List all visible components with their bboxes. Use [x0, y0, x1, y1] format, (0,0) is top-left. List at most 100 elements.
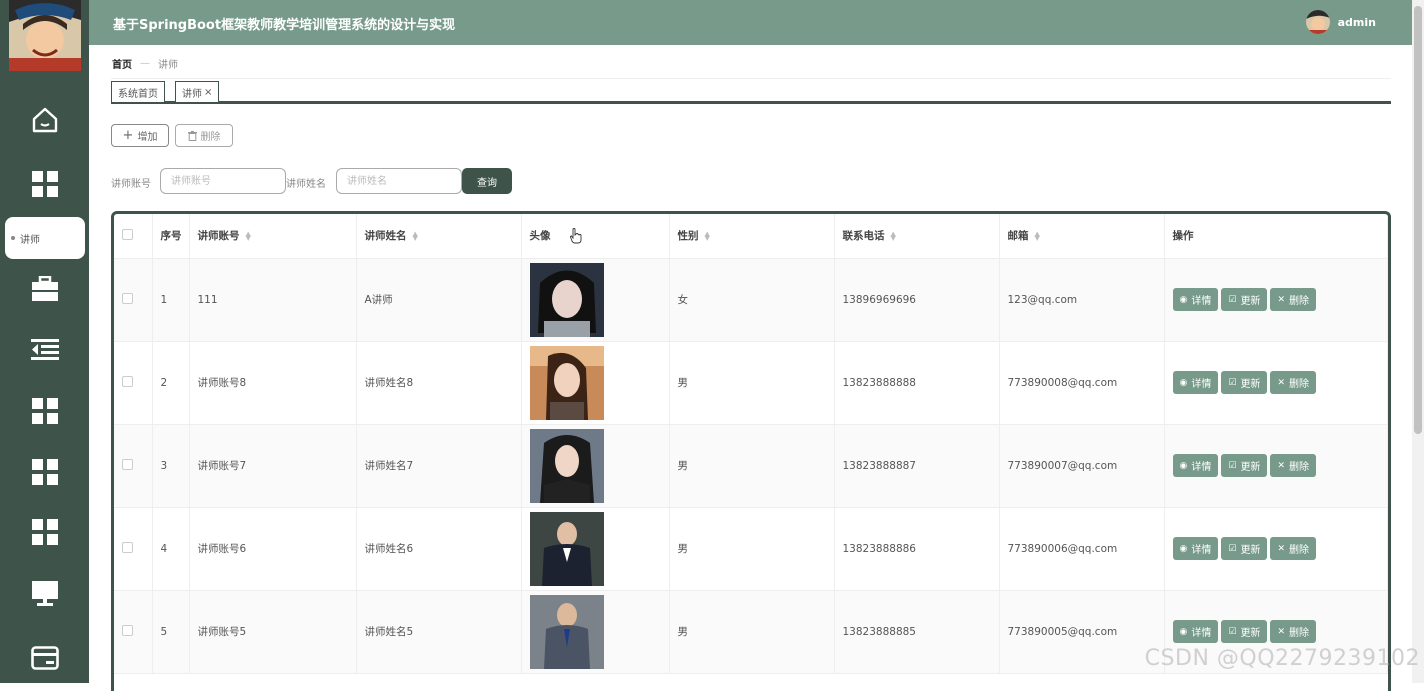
row-account: 讲师账号6	[189, 507, 356, 590]
row-select-cell	[114, 590, 152, 673]
update-button[interactable]: ☑更新	[1221, 288, 1267, 311]
row-name: 讲师姓名5	[356, 590, 521, 673]
col-gender-label: 性别	[678, 230, 699, 242]
row-checkbox[interactable]	[122, 625, 133, 636]
sidebar-grid-icon-4[interactable]	[27, 514, 63, 550]
row-delete-button[interactable]: ✕删除	[1270, 288, 1316, 311]
row-actions: ◉详情☑更新✕删除	[1164, 258, 1388, 341]
detail-button[interactable]: ◉详情	[1173, 371, 1219, 394]
row-delete-button[interactable]: ✕删除	[1270, 620, 1316, 643]
sidebar-card-icon[interactable]	[27, 640, 63, 676]
row-delete-label: 删除	[1289, 541, 1309, 556]
tab-label: 系统首页	[118, 85, 158, 100]
scrollbar-thumb[interactable]	[1414, 6, 1422, 434]
user-menu[interactable]: admin	[1306, 10, 1376, 34]
close-icon[interactable]: ×	[204, 87, 212, 98]
col-account[interactable]: 讲师账号▲▼	[189, 214, 356, 258]
sort-icon[interactable]: ▲▼	[891, 232, 896, 240]
account-filter-label: 讲师账号	[111, 175, 151, 190]
sidebar-item-label: 讲师	[20, 231, 40, 246]
eye-icon: ◉	[1180, 461, 1188, 471]
sidebar-briefcase-icon[interactable]	[27, 271, 63, 307]
add-button[interactable]: + 增加	[111, 124, 169, 147]
update-label: 更新	[1240, 624, 1260, 639]
col-phone[interactable]: 联系电话▲▼	[834, 214, 999, 258]
row-gender: 男	[669, 590, 834, 673]
sidebar-grid-icon-2[interactable]	[27, 393, 63, 429]
edit-icon: ☑	[1228, 378, 1236, 388]
sort-icon[interactable]: ▲▼	[1035, 232, 1040, 240]
update-label: 更新	[1240, 541, 1260, 556]
page-scrollbar[interactable]	[1412, 0, 1424, 683]
row-avatar-cell	[521, 507, 669, 590]
row-delete-button[interactable]: ✕删除	[1270, 371, 1316, 394]
row-checkbox[interactable]	[122, 293, 133, 304]
row-checkbox[interactable]	[122, 459, 133, 470]
col-email[interactable]: 邮箱 ▲▼	[999, 214, 1164, 258]
eye-icon: ◉	[1180, 295, 1188, 305]
sidebar-home-icon[interactable]	[27, 102, 63, 138]
name-filter-label: 讲师姓名	[286, 175, 326, 190]
edit-icon: ☑	[1228, 544, 1236, 554]
sort-icon[interactable]: ▲▼	[413, 232, 418, 240]
sidebar-item-lecturer[interactable]: 讲师	[5, 217, 85, 259]
update-button[interactable]: ☑更新	[1221, 620, 1267, 643]
row-delete-label: 删除	[1289, 458, 1309, 473]
sidebar-avatar	[9, 0, 81, 71]
row-email: 773890006@qq.com	[999, 507, 1164, 590]
sort-icon[interactable]: ▲▼	[246, 232, 251, 240]
col-name[interactable]: 讲师姓名▲▼	[356, 214, 521, 258]
select-all-checkbox[interactable]	[122, 229, 133, 240]
row-index: 2	[152, 341, 189, 424]
row-email: 773890005@qq.com	[999, 590, 1164, 673]
sidebar-grid-icon[interactable]	[27, 166, 63, 202]
detail-button[interactable]: ◉详情	[1173, 454, 1219, 477]
sidebar-monitor-icon[interactable]	[27, 576, 63, 612]
lecturer-photo[interactable]	[530, 595, 604, 669]
account-search-input[interactable]	[160, 168, 286, 194]
lecturer-photo[interactable]	[530, 263, 604, 337]
lecturer-photo[interactable]	[530, 429, 604, 503]
table-row: 3讲师账号7讲师姓名7男13823888887773890007@qq.com◉…	[114, 424, 1388, 507]
user-avatar	[1306, 10, 1330, 34]
col-gender[interactable]: 性别 ▲▼	[669, 214, 834, 258]
row-gender: 男	[669, 341, 834, 424]
update-button[interactable]: ☑更新	[1221, 371, 1267, 394]
delete-button-label: 删除	[201, 128, 221, 143]
row-index: 5	[152, 590, 189, 673]
update-button[interactable]: ☑ 更新	[1221, 537, 1267, 560]
row-delete-label: 删除	[1289, 624, 1309, 639]
row-email: 773890007@qq.com	[999, 424, 1164, 507]
row-checkbox[interactable]	[122, 542, 133, 553]
close-icon: ✕	[1277, 461, 1285, 471]
detail-button[interactable]: ◉详情	[1173, 620, 1219, 643]
edit-icon: ☑	[1228, 295, 1236, 305]
user-name: admin	[1338, 16, 1376, 29]
delete-button[interactable]: 删除	[175, 124, 233, 147]
row-name: 讲师姓名8	[356, 341, 521, 424]
row-account: 讲师账号5	[189, 590, 356, 673]
row-delete-button[interactable]: ✕ 删除	[1270, 454, 1316, 477]
col-avatar-label: 头像	[530, 230, 551, 242]
lecturer-photo[interactable]	[530, 512, 604, 586]
update-button[interactable]: ☑更新	[1221, 454, 1267, 477]
row-avatar-cell	[521, 258, 669, 341]
table-row: 2讲师账号8讲师姓名8男13823888888773890008@qq.com◉…	[114, 341, 1388, 424]
detail-label: 详情	[1191, 624, 1211, 639]
sidebar-indent-list-icon[interactable]	[27, 332, 63, 368]
query-button[interactable]: 查询	[462, 168, 512, 194]
table-row: 1111A讲师女13896969696123@qq.com◉详情☑更新✕删除	[114, 258, 1388, 341]
sidebar-grid-icon-3[interactable]	[27, 454, 63, 490]
breadcrumb-home[interactable]: 首页	[112, 56, 132, 71]
detail-button[interactable]: ◉详情	[1173, 537, 1219, 560]
lecturer-photo[interactable]	[530, 346, 604, 420]
col-email-label: 邮箱	[1008, 230, 1029, 242]
row-delete-button[interactable]: ✕删除	[1270, 537, 1316, 560]
row-checkbox[interactable]	[122, 376, 133, 387]
sort-icon[interactable]: ▲▼	[705, 232, 710, 240]
detail-button[interactable]: ◉详情	[1173, 288, 1219, 311]
tab-lecturer[interactable]: 讲师 ×	[175, 81, 219, 103]
tab-system-home[interactable]: 系统首页	[111, 81, 165, 103]
name-search-input[interactable]	[336, 168, 462, 194]
active-dot-icon	[11, 236, 15, 240]
